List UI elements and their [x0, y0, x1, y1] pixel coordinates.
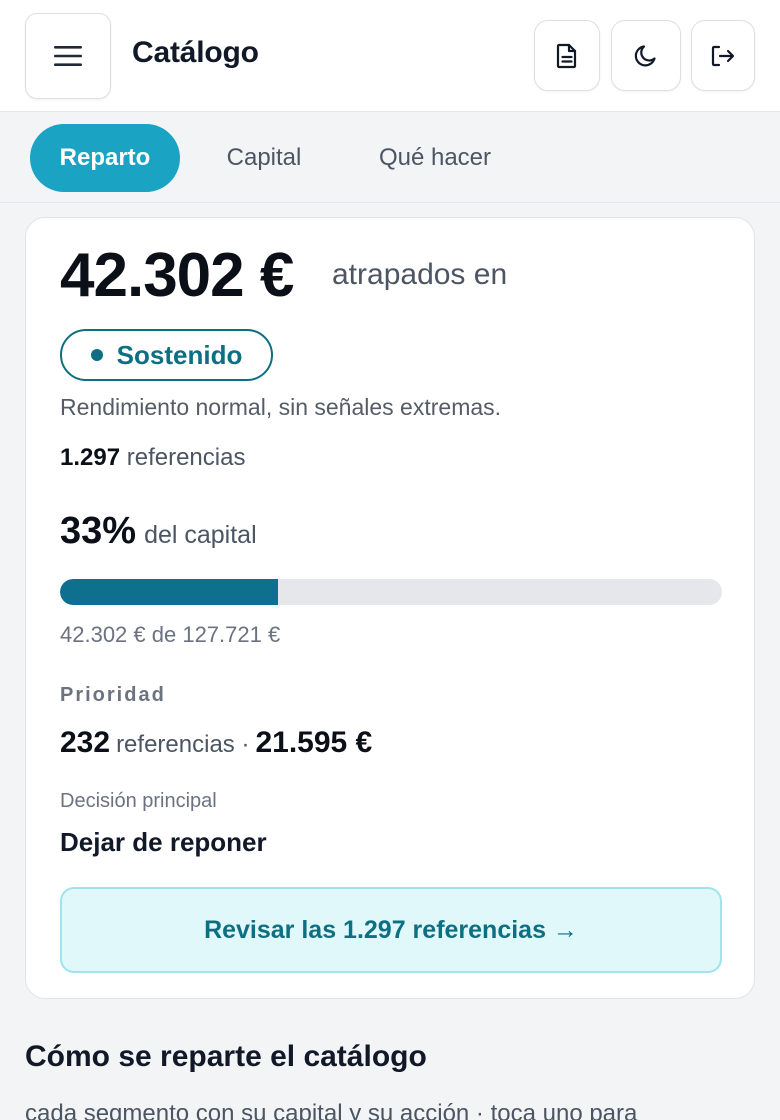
status-dot-icon — [90, 349, 103, 361]
hamburger-menu-icon — [54, 46, 82, 66]
status-badge: Sostenido — [60, 329, 273, 381]
menu-button[interactable] — [25, 13, 111, 99]
status-description: Rendimiento normal, sin señales extremas… — [60, 394, 502, 420]
summary-card: 42.302 € atrapados en Sostenido Rendimie… — [25, 217, 755, 999]
moon-icon — [634, 44, 656, 66]
capital-percent: 33% — [60, 510, 137, 552]
tab-que-hacer[interactable]: Qué hacer — [358, 124, 512, 192]
capital-percent-line: 33% del capital — [60, 510, 257, 553]
priority-line: 232 referencias · 21.595 € — [60, 726, 372, 760]
decision-value: Dejar de reponer — [60, 827, 267, 857]
section-subtitle: cada segmento con su capital y su acción… — [25, 1100, 638, 1120]
document-icon — [556, 43, 577, 68]
capital-progress-bar — [60, 579, 722, 605]
tab-reparto[interactable]: Reparto — [30, 124, 180, 192]
review-references-button[interactable]: Revisar las 1.297 referencias → — [60, 887, 722, 973]
logout-icon — [711, 45, 735, 66]
document-button[interactable] — [534, 20, 600, 91]
dark-mode-button[interactable] — [611, 20, 681, 91]
trapped-amount-suffix: atrapados en — [332, 258, 508, 291]
page-title: Catálogo — [132, 36, 259, 69]
decision-label: Decisión principal — [60, 790, 217, 812]
section-title: Cómo se reparte el catálogo — [25, 1040, 427, 1073]
priority-label: Prioridad — [60, 684, 166, 706]
status-badge-label: Sostenido — [116, 339, 243, 370]
references-label: referencias — [126, 444, 246, 471]
capital-detail: 42.302 € de 127.721 € — [60, 622, 281, 647]
priority-text: referencias · — [116, 731, 250, 758]
tab-bar: Reparto Capital Qué hacer — [0, 113, 780, 203]
priority-amount: 21.595 € — [255, 726, 373, 759]
capital-percent-label: del capital — [144, 521, 257, 549]
references-summary: 1.297 referencias — [60, 444, 245, 472]
references-count: 1.297 — [60, 444, 121, 471]
logout-button[interactable] — [691, 20, 755, 91]
app-header: Catálogo — [0, 0, 780, 112]
capital-progress-fill — [60, 579, 279, 605]
priority-count: 232 — [60, 726, 111, 759]
trapped-amount: 42.302 € — [60, 241, 294, 310]
tab-capital[interactable]: Capital — [205, 124, 323, 192]
